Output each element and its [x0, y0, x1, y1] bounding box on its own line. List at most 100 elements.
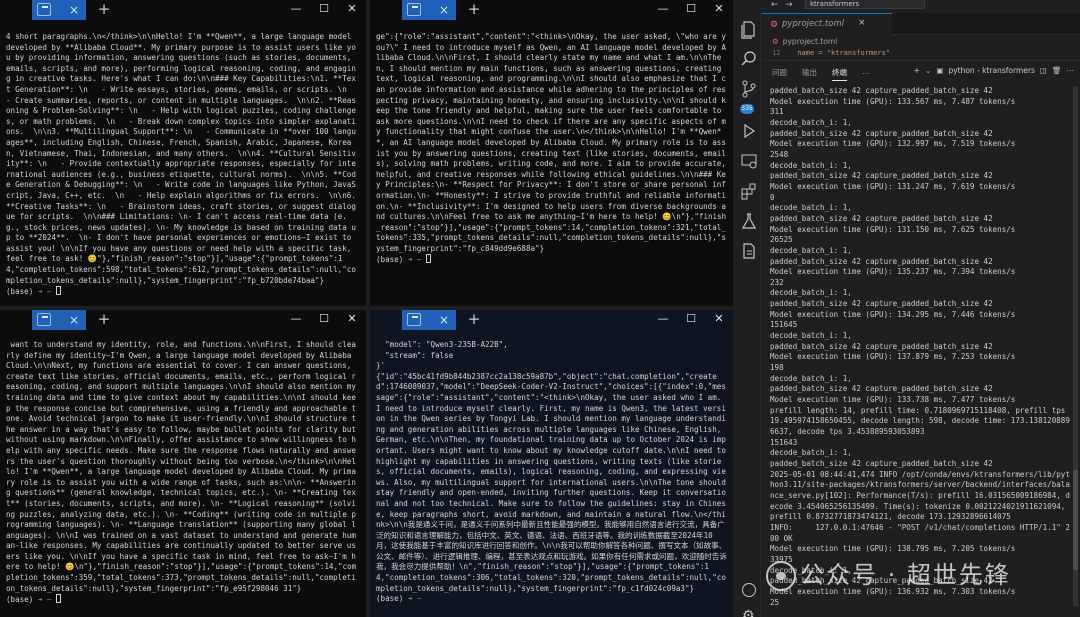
server-log-output: padded_batch_size 42 capture_padded_batc…	[770, 86, 1070, 607]
terminal-output: "model": "Qwen3-235B-A22B", "stream": fa…	[376, 340, 727, 593]
terminal-window[interactable]: × + — ☐ ✕ want to understand my identity…	[0, 310, 366, 617]
testing-flask-icon[interactable]	[739, 211, 759, 231]
close-tab-icon[interactable]: ×	[66, 312, 82, 328]
minimize-button[interactable]: —	[282, 310, 310, 330]
shell-prompt: (base) ➜ ~	[376, 254, 727, 266]
terminal-output-area[interactable]: ge":{"role":"assistant","content":"<thin…	[376, 32, 727, 302]
prompt-arrow: ➜ ~	[37, 287, 56, 297]
back-arrow-icon[interactable]: ←	[771, 0, 779, 10]
maximize-button[interactable]: ☐	[677, 0, 705, 20]
terminal-tab[interactable]: ×	[402, 310, 456, 330]
tab-more[interactable]: …	[862, 67, 870, 76]
prompt-env: (base)	[376, 255, 408, 265]
minimize-button[interactable]: —	[282, 0, 310, 20]
prompt-env: (base)	[6, 595, 38, 605]
terminal-tab[interactable]: ×	[32, 310, 86, 330]
panel-scrollbar-thumb[interactable]	[1073, 470, 1078, 570]
terminal-panel[interactable]: padded_batch_size 42 capture_padded_batc…	[770, 86, 1074, 617]
command-center-search[interactable]: ktransformers	[805, 0, 925, 9]
tab-problems[interactable]: 问题	[772, 67, 787, 78]
terminal-tab-bar: × + — ☐ ✕	[370, 0, 733, 20]
panel-header: 问题 输出 终端 … + ⌄ ▣ python - ktransformers …	[762, 60, 1080, 81]
window-controls: — ☐ ✕	[649, 0, 733, 20]
terminal-output-area[interactable]: want to understand my identity, role, an…	[6, 340, 360, 613]
window-controls: — ☐ ✕	[282, 0, 366, 20]
close-icon[interactable]: ×	[858, 18, 866, 28]
window-controls: — ☐ ✕	[282, 310, 366, 330]
minimize-button[interactable]: —	[649, 310, 677, 330]
terminal-window[interactable]: × + — ☐ ✕ ge":{"role":"assistant","conte…	[370, 0, 733, 306]
prompt-env: (base)	[6, 287, 38, 297]
source-control-badge: 335	[740, 104, 754, 114]
gear-file-icon: ⚙	[770, 20, 779, 30]
maximize-button[interactable]: ☐	[310, 0, 338, 20]
new-tab-button[interactable]: +	[96, 310, 112, 330]
add-terminal-button[interactable]: +	[914, 66, 920, 75]
breadcrumb-file: pyproject.toml	[782, 37, 838, 46]
minimize-button[interactable]: —	[649, 0, 677, 20]
trash-icon[interactable]: 🗑	[1052, 66, 1062, 75]
terminal-icon	[407, 313, 421, 326]
maximize-button[interactable]: ☐	[677, 310, 705, 330]
close-tab-icon[interactable]: ×	[436, 2, 452, 18]
terminal-icon: ▣	[936, 66, 944, 75]
editor-code-line[interactable]: 12 name = "ktransformers"	[772, 49, 1072, 58]
terminal-tab-bar: × + — ☐ ✕	[0, 310, 366, 330]
cursor	[426, 254, 431, 264]
settings-gear-icon[interactable]: ⚙	[742, 608, 755, 617]
terminal-icon	[407, 3, 421, 16]
terminal-output: ge":{"role":"assistant","content":"<thin…	[376, 32, 727, 253]
terminal-output-area[interactable]: "model": "Qwen3-235B-A22B", "stream": fa…	[376, 340, 727, 613]
new-tab-button[interactable]: +	[466, 0, 482, 20]
extensions-icon[interactable]	[739, 181, 759, 201]
vscode-window: ← → ktransformers 335 ⚙ ⚙ pyproject.toml…	[737, 0, 1080, 617]
chevron-down-icon[interactable]: ⌄	[925, 66, 931, 75]
editor-tab-bar: ⚙ pyproject.toml ×	[762, 13, 1080, 35]
close-button[interactable]: ✕	[705, 310, 733, 330]
terminal-selector[interactable]: python - ktransformers	[948, 66, 1034, 75]
maximize-button[interactable]: ☐	[310, 310, 338, 330]
tab-terminal[interactable]: 终端	[832, 67, 847, 81]
code-text: name = "ktransformers"	[797, 49, 891, 57]
terminal-tab[interactable]: ×	[32, 0, 86, 20]
terminal-window[interactable]: × + — ☐ ✕ "model": "Qwen3-235B-A22B", "s…	[370, 310, 733, 617]
terminal-tab[interactable]: ×	[402, 0, 456, 20]
activity-bar: 335 ⚙	[737, 13, 761, 617]
terminal-window[interactable]: × + — ☐ ✕ 4 short paragraphs.\n</think>\…	[0, 0, 366, 306]
close-button[interactable]: ✕	[705, 0, 733, 20]
tab-output[interactable]: 输出	[802, 67, 817, 78]
breadcrumb[interactable]: ⚙ pyproject.toml	[772, 37, 837, 46]
cursor	[56, 286, 61, 296]
close-tab-icon[interactable]: ×	[436, 312, 452, 328]
source-control-icon[interactable]	[739, 79, 759, 99]
terminal-output: 4 short paragraphs.\n</think>\n\nHello! …	[6, 32, 360, 285]
forward-arrow-icon[interactable]: →	[785, 0, 793, 10]
run-debug-icon[interactable]	[739, 121, 759, 141]
more-actions-icon[interactable]: ⋯	[1067, 66, 1075, 75]
document-icon[interactable]	[739, 241, 759, 261]
prompt-arrow: ➜ ~	[407, 594, 426, 604]
prompt-arrow: ➜ ~	[407, 255, 426, 265]
close-button[interactable]: ✕	[338, 0, 366, 20]
shell-prompt: (base) ➜ ~	[376, 594, 727, 605]
terminal-output: want to understand my identity, role, an…	[6, 340, 360, 593]
terminal-icon-dash	[412, 6, 418, 8]
close-tab-icon[interactable]: ×	[66, 2, 82, 18]
split-terminal-icon[interactable]: ◫	[1040, 66, 1047, 75]
editor-tab[interactable]: ⚙ pyproject.toml ×	[762, 13, 892, 35]
close-button[interactable]: ✕	[338, 310, 366, 330]
new-tab-button[interactable]: +	[96, 0, 112, 20]
terminal-icon	[37, 3, 51, 16]
search-icon[interactable]	[739, 49, 759, 69]
remote-explorer-icon[interactable]	[739, 151, 759, 171]
terminal-tab-bar: × + — ☐ ✕	[370, 310, 733, 330]
prompt-arrow: ➜ ~	[37, 595, 56, 605]
new-tab-button[interactable]: +	[466, 310, 482, 330]
terminal-icon-dash	[42, 6, 48, 8]
panel-toolbar: + ⌄ ▣ python - ktransformers ◫ 🗑 ⋯	[914, 66, 1074, 75]
terminal-icon	[37, 313, 51, 326]
explorer-icon[interactable]	[739, 19, 759, 39]
terminal-tab-bar: × + — ☐ ✕	[0, 0, 366, 20]
terminal-output-area[interactable]: 4 short paragraphs.\n</think>\n\nHello! …	[6, 32, 360, 302]
account-icon[interactable]	[742, 583, 756, 597]
